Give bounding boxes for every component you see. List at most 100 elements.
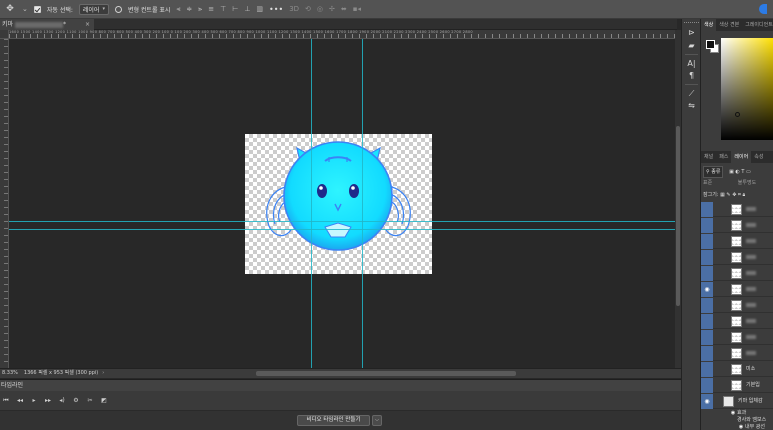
play-icon[interactable]: ▸ xyxy=(28,395,40,407)
filter-adjust-icon[interactable]: ◐ xyxy=(735,169,739,175)
lock-transparent-icon[interactable]: ▦ xyxy=(720,192,725,198)
next-frame-icon[interactable]: ▸▸ xyxy=(42,395,54,407)
paragraph-icon[interactable]: ¶ xyxy=(685,70,698,82)
tab-properties[interactable]: 속성 xyxy=(751,151,766,163)
audio-icon[interactable]: ◂) xyxy=(56,395,68,407)
tab-paths[interactable]: 패스 xyxy=(716,151,731,163)
eye-icon[interactable]: ◉ xyxy=(737,424,745,430)
layer-row[interactable]: 기본입 xyxy=(701,378,773,393)
lock-artboard-icon[interactable]: ⌗ xyxy=(738,192,741,198)
split-scissors-icon[interactable]: ✂ xyxy=(84,395,96,407)
align-center-icon[interactable]: ≑ xyxy=(186,5,192,13)
align-bottom-icon[interactable]: ⊥ xyxy=(244,5,250,13)
document-tab[interactable]: 키마 * × xyxy=(0,19,94,30)
color-picker-field[interactable] xyxy=(721,38,773,140)
align-left-icon[interactable]: ⫷ xyxy=(176,5,180,14)
lock-position-icon[interactable]: ✥ xyxy=(732,192,736,198)
document-canvas[interactable] xyxy=(245,134,432,274)
go-to-first-frame-icon[interactable]: ⏮ xyxy=(0,395,12,407)
canvas-area[interactable] xyxy=(9,39,675,368)
show-transform-checkbox[interactable] xyxy=(114,5,122,13)
filter-type-icon[interactable]: T xyxy=(741,169,744,175)
align-middle-icon[interactable]: ⊢ xyxy=(232,5,238,13)
more-options-button[interactable]: ••• xyxy=(269,5,283,14)
layer-visibility-toggle[interactable] xyxy=(701,362,713,377)
horizontal-ruler[interactable]: 1600 1500 1400 1300 1200 1100 1000 900 8… xyxy=(9,30,675,39)
horizontal-scrollbar[interactable] xyxy=(256,371,516,376)
lock-image-icon[interactable]: ✎ xyxy=(726,192,730,198)
layer-visibility-toggle[interactable] xyxy=(701,346,713,361)
effect-item[interactable]: ◉ 내부 광선 xyxy=(701,424,773,430)
scrollbar-thumb[interactable] xyxy=(676,126,680,306)
eye-icon[interactable]: ◉ xyxy=(701,282,713,297)
layer-visibility-toggle[interactable] xyxy=(701,250,713,265)
guide-horizontal[interactable] xyxy=(9,221,675,222)
history-icon[interactable]: ⊳ xyxy=(685,27,698,39)
eye-icon[interactable]: ◉ xyxy=(701,394,713,409)
layer-row[interactable] xyxy=(701,218,773,233)
layer-group-row[interactable]: ◉ 키마 입체감 xyxy=(701,394,773,409)
guide-horizontal[interactable] xyxy=(9,229,675,230)
effect-item[interactable]: 경사와 엠보스 xyxy=(701,417,773,424)
layer-row[interactable] xyxy=(701,266,773,281)
character-icon[interactable]: A| xyxy=(685,58,698,70)
distribute-icon[interactable]: ▥ xyxy=(256,5,263,13)
guide-vertical[interactable] xyxy=(362,39,363,368)
comment-icon[interactable]: ▰ xyxy=(685,40,698,52)
layer-row[interactable]: ◉ xyxy=(701,282,773,297)
3d-camera-icon[interactable]: ▪◂ xyxy=(353,5,361,13)
layer-row[interactable]: 미소 xyxy=(701,362,773,377)
layer-visibility-toggle[interactable] xyxy=(701,378,713,393)
transition-icon[interactable]: ◩ xyxy=(98,395,110,407)
layer-row[interactable] xyxy=(701,250,773,265)
align-vertical-icon[interactable]: ≡ xyxy=(208,5,214,13)
filter-shape-icon[interactable]: ▭ xyxy=(746,169,751,175)
foreground-color-swatch[interactable] xyxy=(706,40,715,49)
3d-roll-icon[interactable]: ◎ xyxy=(317,5,323,13)
guide-vertical[interactable] xyxy=(311,39,312,368)
layer-row[interactable] xyxy=(701,330,773,345)
auto-select-checkbox[interactable] xyxy=(33,5,41,13)
tool-preset-chevron-icon[interactable]: ⌄ xyxy=(22,5,28,13)
effects-row[interactable]: ◉ 효과 xyxy=(701,410,773,417)
3d-slide-icon[interactable]: ⬌ xyxy=(341,5,347,13)
filter-pixel-icon[interactable]: ▣ xyxy=(729,169,734,175)
align-right-icon[interactable]: ⫸ xyxy=(198,5,202,14)
close-tab-icon[interactable]: × xyxy=(85,19,90,30)
ruler-origin[interactable] xyxy=(0,30,9,39)
layer-visibility-toggle[interactable] xyxy=(701,330,713,345)
layer-visibility-toggle[interactable] xyxy=(701,234,713,249)
auto-select-dropdown[interactable]: 레이어 ▾ xyxy=(78,3,109,15)
layer-row[interactable] xyxy=(701,234,773,249)
layer-visibility-toggle[interactable] xyxy=(701,218,713,233)
chevron-right-icon[interactable]: › xyxy=(102,370,104,376)
vertical-ruler[interactable] xyxy=(0,39,9,368)
3d-pan-icon[interactable]: ✢ xyxy=(329,5,335,13)
create-video-timeline-button[interactable]: 비디오 타임라인 만들기 xyxy=(297,415,370,426)
tab-gradients[interactable]: 그레이디언트 xyxy=(742,19,773,31)
tab-channels[interactable]: 채널 xyxy=(701,151,716,163)
layer-filter-dropdown[interactable]: ⚲ 종류 xyxy=(703,166,724,178)
layer-row[interactable] xyxy=(701,298,773,313)
move-tool-icon[interactable]: ✥ xyxy=(4,3,16,15)
blend-mode-dropdown[interactable]: 표준 xyxy=(703,180,712,186)
brush-settings-icon[interactable]: ⟋ xyxy=(685,88,698,100)
layer-row[interactable] xyxy=(701,314,773,329)
zoom-level[interactable]: 8.33% xyxy=(2,370,18,376)
panel-grip[interactable] xyxy=(684,22,699,24)
tab-layers[interactable]: 레이어 xyxy=(731,151,752,163)
layer-visibility-toggle[interactable] xyxy=(701,266,713,281)
layer-row[interactable] xyxy=(701,202,773,217)
align-top-icon[interactable]: ⊤ xyxy=(220,5,226,13)
eye-icon[interactable]: ◉ xyxy=(729,410,737,417)
adjust-sliders-icon[interactable]: ⇋ xyxy=(685,100,698,112)
color-picker-handle[interactable] xyxy=(735,112,740,117)
settings-gear-icon[interactable]: ⚙ xyxy=(70,395,82,407)
create-timeline-dropdown-icon[interactable]: ⌵ xyxy=(372,415,382,426)
share-button[interactable] xyxy=(759,4,767,14)
tab-swatches[interactable]: 색상 견본 xyxy=(716,19,742,31)
tab-color[interactable]: 색상 xyxy=(701,19,717,31)
previous-frame-icon[interactable]: ◂◂ xyxy=(14,395,26,407)
lock-all-icon[interactable]: 🔒︎ xyxy=(742,192,745,198)
3d-rotate-icon[interactable]: ⟲ xyxy=(305,5,311,13)
